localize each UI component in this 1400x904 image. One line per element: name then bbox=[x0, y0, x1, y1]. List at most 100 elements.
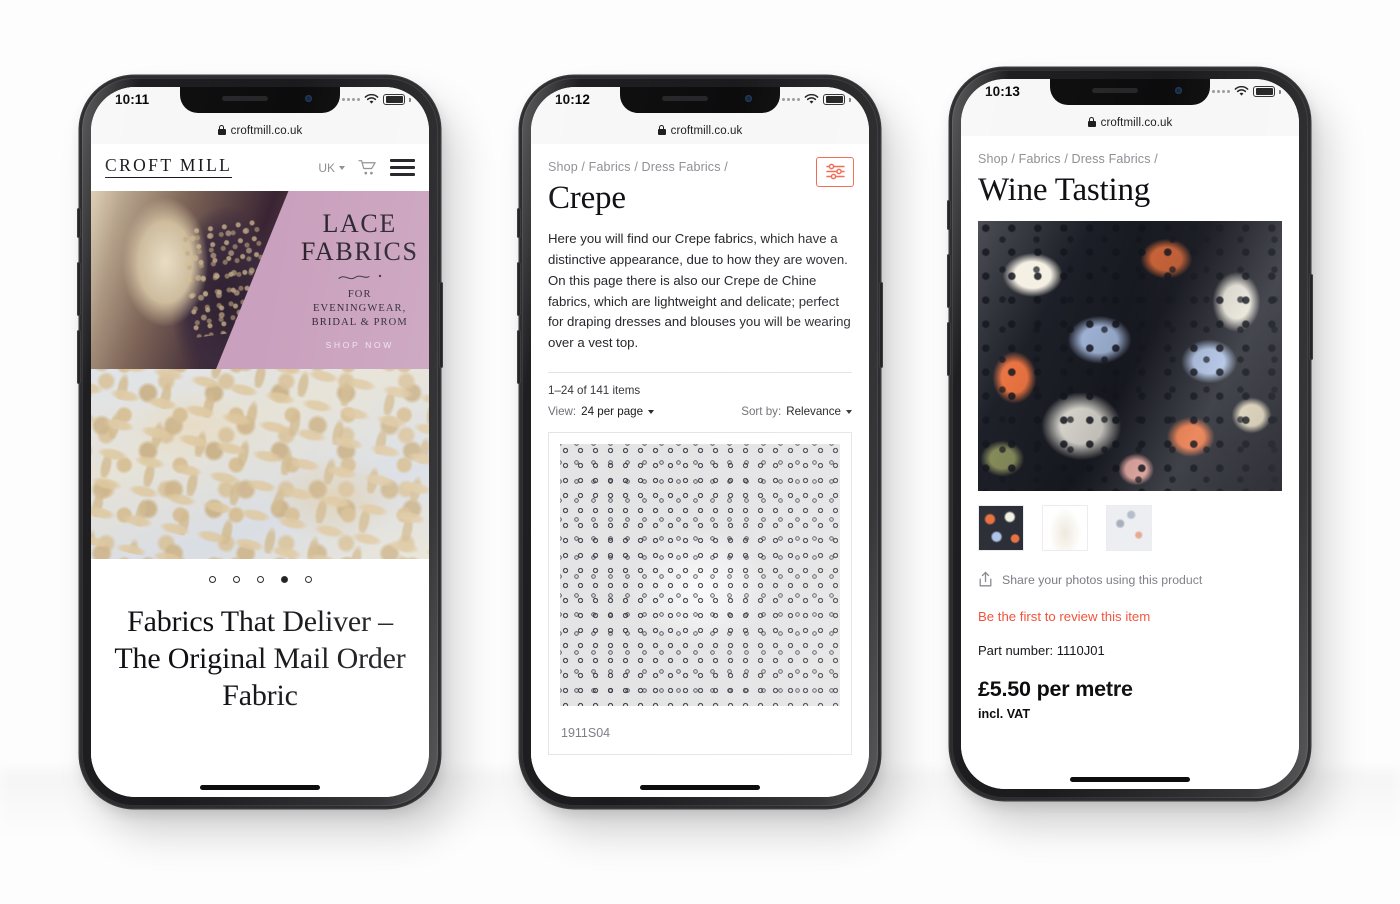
carousel-dot-active[interactable] bbox=[280, 576, 288, 583]
list-controls: View: 24 per page Sort by: Relevance bbox=[531, 397, 869, 418]
earpiece-speaker bbox=[222, 96, 268, 101]
status-clock: 10:11 bbox=[115, 92, 150, 107]
mute-switch[interactable] bbox=[947, 200, 951, 230]
shop-now-button[interactable]: SHOP NOW bbox=[326, 340, 394, 350]
page-content: Shop / Fabrics / Dress Fabrics / Crepe H… bbox=[531, 144, 869, 797]
phone-home: 10:11 croftmill.co.uk CROFT MILL UK LACE… bbox=[77, 76, 443, 808]
status-indicators bbox=[782, 94, 851, 105]
volume-down-button[interactable] bbox=[77, 330, 81, 384]
hero-sub-line1: FOR bbox=[347, 288, 372, 300]
battery-icon bbox=[383, 94, 406, 105]
carousel-dot[interactable] bbox=[256, 576, 264, 583]
url-host: croftmill.co.uk bbox=[1100, 116, 1173, 129]
url-host: croftmill.co.uk bbox=[230, 124, 303, 137]
product-code: 1911S04 bbox=[561, 726, 611, 741]
part-number: Part number: 1110J01 bbox=[978, 643, 1105, 658]
thumbnail-swirl-texture[interactable] bbox=[1106, 505, 1152, 551]
notch bbox=[1050, 79, 1210, 105]
carousel-dots[interactable] bbox=[91, 559, 429, 589]
carousel-dot[interactable] bbox=[304, 576, 312, 583]
volume-up-button[interactable] bbox=[947, 254, 951, 308]
region-label: UK bbox=[318, 160, 335, 175]
front-camera bbox=[745, 95, 752, 102]
volume-up-button[interactable] bbox=[77, 262, 81, 316]
region-selector[interactable]: UK bbox=[318, 161, 345, 175]
hero-sub-line2: EVENINGWEAR, bbox=[313, 302, 407, 314]
breadcrumb[interactable]: Shop / Fabrics / Dress Fabrics / bbox=[961, 136, 1299, 166]
site-header: CROFT MILL UK bbox=[91, 144, 429, 191]
mockup-stage: 10:11 croftmill.co.uk CROFT MILL UK LACE… bbox=[0, 0, 1400, 904]
earpiece-speaker bbox=[662, 96, 708, 101]
hero-subtitle: FOR EVENINGWEAR, BRIDAL & PROM bbox=[312, 288, 408, 330]
product-thumbnail-image bbox=[560, 444, 840, 707]
hero-title: LACE FABRICS bbox=[301, 208, 419, 266]
chevron-down-icon bbox=[648, 409, 655, 414]
volume-up-button[interactable] bbox=[517, 262, 521, 316]
filter-sliders-icon bbox=[825, 163, 845, 180]
signal-dots-icon bbox=[342, 98, 361, 101]
home-tagline: Fabrics That Deliver – The Original Mail… bbox=[114, 605, 406, 713]
battery-icon bbox=[1253, 86, 1276, 97]
mute-switch[interactable] bbox=[77, 208, 81, 238]
hero-title-line1: LACE bbox=[322, 208, 397, 238]
vat-note: incl. VAT bbox=[978, 707, 1031, 721]
notch bbox=[620, 87, 780, 113]
status-indicators bbox=[342, 94, 411, 105]
carousel-dot[interactable] bbox=[208, 576, 216, 583]
share-photos-link[interactable]: Share your photos using this product bbox=[961, 551, 1299, 588]
phone-category: 10:12 croftmill.co.uk Shop / Fabrics / D… bbox=[517, 76, 883, 808]
page-content: Shop / Fabrics / Dress Fabrics / Wine Ta… bbox=[961, 136, 1299, 789]
browser-url-bar[interactable]: croftmill.co.uk bbox=[961, 109, 1299, 137]
home-indicator[interactable] bbox=[640, 785, 760, 790]
volume-down-button[interactable] bbox=[947, 322, 951, 376]
sort-by-select[interactable]: Relevance bbox=[786, 405, 841, 418]
product-price: £5.50 per metre bbox=[978, 677, 1133, 701]
cart-icon bbox=[358, 160, 376, 175]
power-button[interactable] bbox=[439, 282, 443, 368]
view-per-page-select[interactable]: 24 per page bbox=[581, 405, 643, 418]
phone-screen: 10:11 croftmill.co.uk CROFT MILL UK LACE… bbox=[91, 87, 429, 797]
filter-button[interactable] bbox=[816, 157, 854, 187]
url-host: croftmill.co.uk bbox=[670, 124, 743, 137]
browser-url-bar[interactable]: croftmill.co.uk bbox=[531, 117, 869, 145]
carousel-dot[interactable] bbox=[232, 576, 240, 583]
home-indicator[interactable] bbox=[1070, 777, 1190, 782]
product-main-image[interactable] bbox=[978, 221, 1282, 491]
signal-dots-icon bbox=[1212, 90, 1231, 93]
status-clock: 10:12 bbox=[555, 92, 591, 107]
logo-primary: CROFT bbox=[105, 154, 174, 175]
battery-icon bbox=[823, 94, 846, 105]
phone-screen: 10:12 croftmill.co.uk Shop / Fabrics / D… bbox=[531, 87, 869, 797]
thumbnail-floral-print[interactable] bbox=[978, 505, 1024, 551]
notch bbox=[180, 87, 340, 113]
thumbnail-draped-fabric[interactable] bbox=[1042, 505, 1088, 551]
site-logo[interactable]: CROFT MILL bbox=[105, 154, 233, 179]
hamburger-menu-icon[interactable] bbox=[390, 159, 415, 176]
power-button[interactable] bbox=[879, 282, 883, 368]
floral-fabric-photo bbox=[978, 221, 1282, 491]
share-label: Share your photos using this product bbox=[1002, 572, 1203, 587]
front-camera bbox=[305, 95, 312, 102]
hero-banner[interactable]: LACE FABRICS FOR EVENINGWEAR, BRIDAL & P… bbox=[91, 191, 429, 369]
lock-icon bbox=[217, 124, 226, 135]
earpiece-speaker bbox=[1092, 88, 1138, 93]
product-card[interactable]: 1911S04 bbox=[548, 432, 852, 756]
power-button[interactable] bbox=[1309, 274, 1313, 360]
mute-switch[interactable] bbox=[517, 208, 521, 238]
chevron-down-icon bbox=[846, 409, 852, 414]
battery-tip bbox=[849, 97, 851, 102]
volume-down-button[interactable] bbox=[517, 330, 521, 384]
lock-icon bbox=[657, 124, 666, 135]
category-description: Here you will find our Crepe fabrics, wh… bbox=[548, 231, 851, 351]
write-review-link[interactable]: Be the first to review this item bbox=[961, 588, 1299, 624]
share-upload-icon bbox=[979, 571, 992, 587]
home-indicator[interactable] bbox=[200, 785, 320, 790]
wifi-icon bbox=[805, 94, 819, 104]
product-thumbnail-list bbox=[961, 491, 1299, 551]
page-content: CROFT MILL UK LACE FABRICS FOR EVENINGWE… bbox=[91, 144, 429, 797]
wifi-icon bbox=[365, 94, 379, 104]
lock-icon bbox=[1087, 116, 1096, 127]
chevron-down-icon bbox=[339, 165, 345, 170]
battery-tip bbox=[409, 97, 411, 102]
browser-url-bar[interactable]: croftmill.co.uk bbox=[91, 117, 429, 145]
